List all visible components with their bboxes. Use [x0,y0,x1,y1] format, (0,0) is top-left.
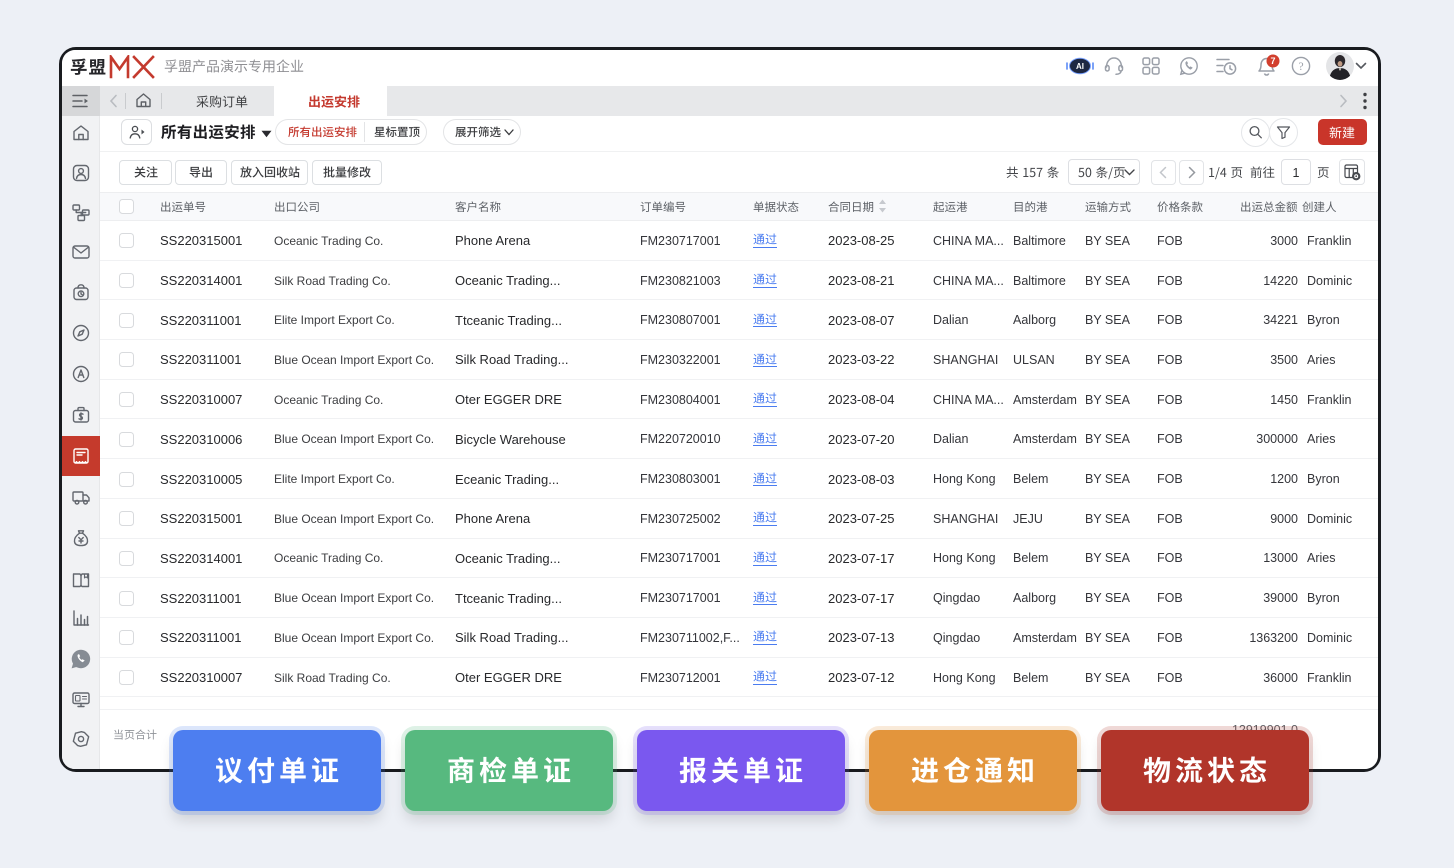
svg-text:AI: AI [1076,62,1084,71]
svg-text:?: ? [1298,61,1303,73]
svg-text:7: 7 [1270,56,1275,66]
